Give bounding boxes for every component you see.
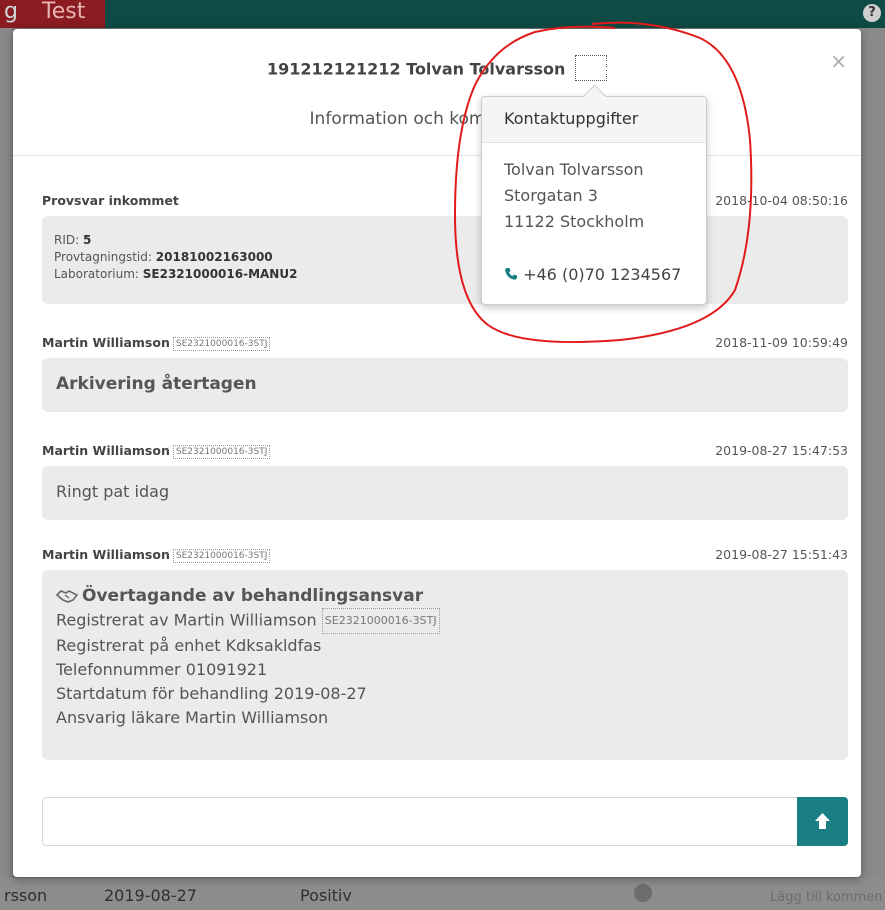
close-icon[interactable]: ×: [830, 49, 847, 73]
message-author: Martin Williamson: [42, 335, 170, 350]
event-line: Ansvarig läkare Martin Williamson: [56, 708, 329, 727]
environment-label: Test: [42, 0, 86, 24]
event-line: Registrerat av Martin Williamson SE23210…: [56, 608, 834, 634]
message-text: Ringt pat idag: [56, 482, 170, 501]
environment-badge: g Test: [0, 0, 106, 28]
lab-result-laboratory: Laboratorium: SE2321000016-MANU2: [54, 267, 298, 281]
registered-by-hsa-code: SE2321000016-3STJ: [321, 608, 440, 634]
author-hsa-code: SE2321000016-3STJ: [172, 548, 271, 563]
handshake-icon: [55, 590, 79, 603]
message-time: 2019-08-27 15:51:43: [715, 547, 848, 562]
contact-name: Tolvan Tolvarsson: [504, 160, 644, 179]
lab-result-rid: RID: 5: [54, 233, 92, 247]
message-header: Martin Williamson SE2321000016-3STJ 2018-…: [42, 335, 848, 351]
message-header: Martin Williamson SE2321000016-3STJ 2019-…: [42, 547, 848, 563]
message-bubble: Övertagande av behandlingsansvar Registr…: [42, 570, 848, 760]
app-topbar: [0, 0, 885, 28]
leading-letter: g: [4, 0, 18, 24]
send-comment-button[interactable]: [797, 797, 848, 846]
author-hsa-code: SE2321000016-3STJ: [172, 336, 271, 351]
arrow-up-icon: [815, 813, 830, 829]
message-header: Martin Williamson SE2321000016-3STJ 2019-…: [42, 443, 848, 459]
message-bubble: Arkivering återtagen: [42, 358, 848, 412]
event-line: Telefonnummer 01091921: [56, 660, 268, 679]
contact-phone[interactable]: +46 (0)70 1234567: [504, 265, 681, 284]
event-line: Registrerat på enhet Kdksakldfas: [56, 636, 322, 655]
message-header: Provsvar inkommet 2018-10-04 08:50:16: [42, 193, 848, 208]
event-line: Startdatum för behandling 2019-08-27: [56, 684, 367, 703]
contact-address: Tolvan Tolvarsson Storgatan 3 11122 Stoc…: [504, 157, 644, 235]
background-left-edge: [0, 28, 12, 910]
message-bubble: Ringt pat idag: [42, 466, 848, 520]
header-divider: [13, 155, 861, 156]
row-name: rsson: [4, 886, 48, 905]
row-add-comment-link[interactable]: Lägg till kommen: [770, 890, 883, 905]
patient-title-text: 191212121212 Tolvan Tolvarsson: [266, 59, 566, 79]
row-date: 2019-08-27: [104, 886, 197, 905]
contact-popover: Kontaktuppgifter Tolvan Tolvarsson Storg…: [481, 84, 707, 305]
row-status-icon: [634, 884, 652, 902]
help-icon[interactable]: ?: [863, 4, 881, 22]
message-time: 2019-08-27 15:47:53: [715, 443, 848, 458]
message-bubble: RID: 5 Provtagningstid: 20181002163000 L…: [42, 216, 848, 304]
row-result: Positiv: [300, 886, 352, 905]
comment-input[interactable]: [42, 797, 800, 846]
contact-card-button[interactable]: [575, 55, 615, 81]
message-author: Martin Williamson: [42, 443, 170, 458]
contact-street: Storgatan 3: [504, 186, 598, 205]
modal-title: 191212121212 Tolvan Tolvarsson: [13, 55, 861, 83]
author-hsa-code: SE2321000016-3STJ: [172, 444, 271, 459]
contact-city: 11122 Stockholm: [504, 212, 645, 231]
popover-title: Kontaktuppgifter: [482, 97, 706, 143]
event-headline: Övertagande av behandlingsansvar: [55, 584, 834, 608]
message-time: 2018-10-04 08:50:16: [715, 193, 848, 208]
modal-subtitle: Information och kommentarer: [309, 109, 565, 129]
phone-icon: [505, 268, 517, 280]
message-text: Arkivering återtagen: [56, 374, 257, 394]
message-author: Martin Williamson: [42, 547, 170, 562]
lab-result-sample-time: Provtagningstid: 20181002163000: [54, 250, 273, 264]
background-right-edge: [859, 28, 885, 910]
message-time: 2018-11-09 10:59:49: [715, 335, 848, 350]
message-author: Provsvar inkommet: [42, 193, 179, 208]
patient-info-modal: 191212121212 Tolvan Tolvarsson × Informa…: [13, 29, 861, 877]
background-table-row: rsson 2019-08-27 Positiv Lägg till komme…: [0, 878, 885, 910]
contact-phone-number: +46 (0)70 1234567: [523, 265, 682, 284]
